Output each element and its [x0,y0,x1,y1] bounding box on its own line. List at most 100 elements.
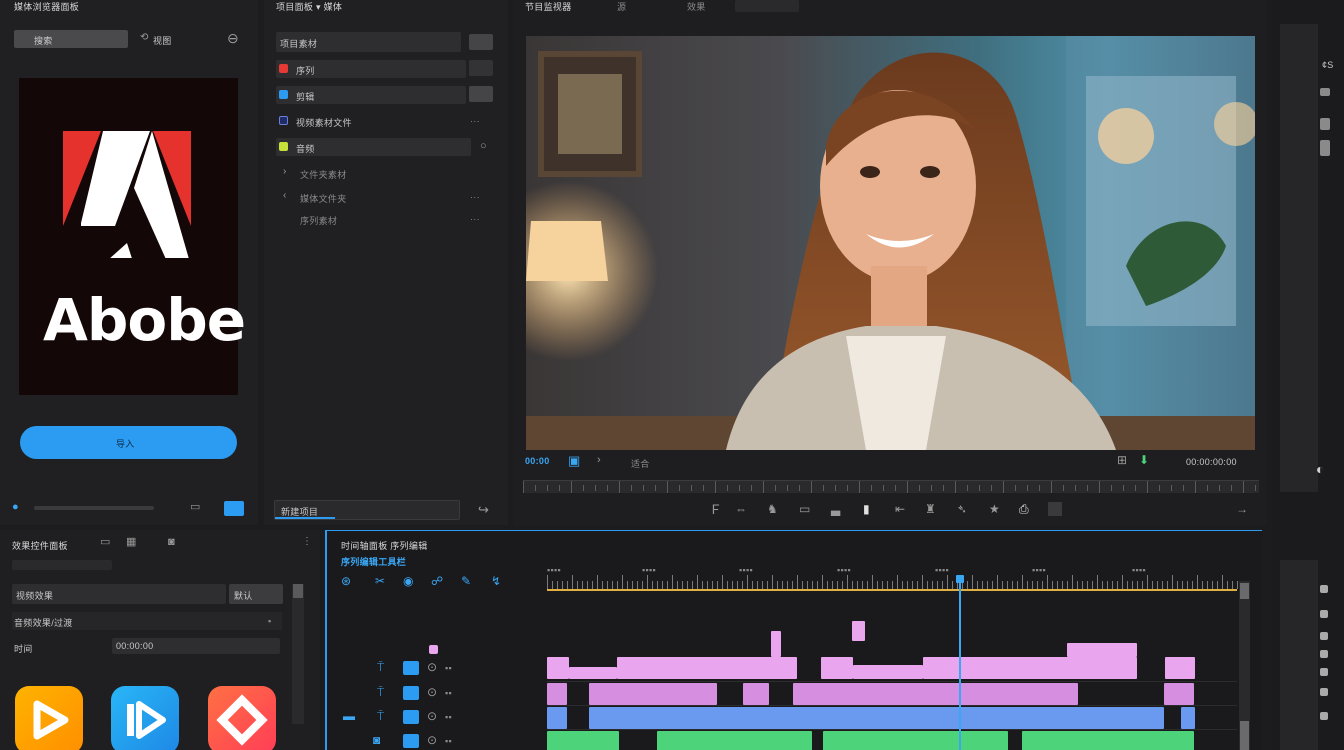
ripple-tool-icon[interactable]: ⊛ [341,575,351,587]
globe-icon[interactable]: ● [12,502,19,513]
arrow-right-icon[interactable]: → [1236,503,1248,515]
monitor-scrubber[interactable] [523,480,1259,493]
clip[interactable] [657,731,812,750]
project-row-7[interactable]: 序列素材 ··· [276,212,491,228]
app-play-orange-icon[interactable] [15,686,83,750]
monitor-tab-source[interactable]: 源 [617,0,626,13]
search-input[interactable]: 搜索 [14,30,128,48]
fit-label[interactable]: 适合 [631,457,650,470]
loop-icon[interactable]: ▭ [799,503,810,515]
settings-tool-icon[interactable]: ↯ [491,575,501,587]
clip[interactable] [1164,683,1194,705]
settings-icon[interactable]: ⊞ [1117,454,1127,466]
razor-tool-icon[interactable]: ✂ [375,575,385,587]
tool-slot[interactable] [1320,610,1328,618]
timeline-scrollbar[interactable] [1239,581,1250,750]
clip[interactable] [547,657,569,679]
app-play-blue-icon[interactable] [111,686,179,750]
star-icon[interactable]: ★ [989,503,1000,515]
clip[interactable] [793,683,1078,705]
track-header-v3[interactable]: ⍑ ⊙ ▪▪ [367,659,527,677]
export-button[interactable] [1048,502,1062,516]
scroll-thumb[interactable] [1240,721,1249,750]
eye-icon[interactable]: ⊙ [427,710,437,722]
clip[interactable] [1067,643,1137,657]
project-row-0[interactable]: 项目素材 [276,32,461,52]
new-project-input[interactable]: 新建项目 [274,500,460,520]
pin-icon[interactable]: ⍑ [377,710,384,722]
eye-icon[interactable]: ⊙ [427,734,437,746]
step-icon[interactable]: ⇔ [735,503,747,515]
insert-icon[interactable]: ♜ [925,503,936,515]
clip[interactable] [821,657,853,679]
tool-slot[interactable] [1320,140,1330,156]
tool-slot[interactable] [1320,118,1330,130]
clip[interactable] [589,683,717,705]
play-icon[interactable]: ▮ [863,503,870,515]
tool-slot[interactable] [1320,668,1328,676]
export-frame-icon[interactable]: ⬇ [1139,454,1149,466]
tool-slot[interactable] [1320,650,1328,658]
row-action-button[interactable] [469,60,493,76]
effects-scrollbar[interactable] [292,584,304,724]
project-row-6[interactable]: ‹ 媒体文件夹 ··· [276,190,491,206]
clip[interactable] [853,665,923,679]
project-row-4[interactable]: 音频 [276,138,471,156]
marker-tool-icon[interactable]: ✎ [461,575,471,587]
project-row-2[interactable]: 剪辑 [276,86,466,104]
tool-slot[interactable] [1320,88,1330,96]
grid-icon[interactable] [224,501,244,516]
clip[interactable] [771,631,781,657]
link-tool-icon[interactable]: ☍ [431,575,443,587]
grid-icon[interactable]: ▦ [126,537,136,548]
video-effects-dropdown[interactable]: 默认 [229,584,283,604]
scroll-thumb[interactable] [293,584,303,598]
clip[interactable] [1022,731,1194,750]
camera-icon[interactable]: ◙ [373,734,380,746]
track-toggle-icon[interactable] [403,734,419,748]
clip[interactable] [743,683,769,705]
track-header-v2[interactable]: ⍑ ⊙ ▪▪ [367,684,527,702]
lift-icon[interactable]: ▃ [831,503,840,515]
track-toggle-icon[interactable] [403,710,419,724]
mark-in-icon[interactable]: Ｆ [709,503,722,516]
square-icon[interactable]: ▭ [190,502,200,513]
clip[interactable] [852,621,865,641]
app-diamond-red-icon[interactable] [208,686,276,750]
snap-tool-icon[interactable]: ◉ [403,575,413,587]
clip[interactable] [1181,707,1195,729]
tool-slot[interactable] [1320,712,1328,720]
eye-icon[interactable]: ⊙ [427,661,437,673]
clip[interactable] [923,657,1137,679]
video-effects-row[interactable]: 视频效果 [12,584,226,604]
scroll-track-top[interactable] [1280,24,1318,492]
eye-icon[interactable]: ⊙ [427,686,437,698]
camera-icon[interactable]: ◙ [168,537,175,548]
chevron-right-icon[interactable]: › [597,455,601,466]
view-icon[interactable]: ⟲ [140,33,148,43]
track-header-a1[interactable]: ◙ ⊙ ▪▪ [367,732,527,750]
reset-icon[interactable]: ◐ [1316,462,1324,476]
fit-icon[interactable]: ▣ [568,454,580,467]
scroll-thumb[interactable] [1240,583,1249,599]
clip[interactable] [547,731,619,750]
pin-icon[interactable]: ⍑ [377,686,384,698]
shuttle-icon[interactable]: ⇤ [895,503,905,515]
playhead[interactable] [959,575,961,750]
monitor-tab-effects[interactable]: 效果 [687,0,706,13]
trim-icon[interactable]: ♞ [767,503,778,515]
track-header-v1[interactable]: ▬ ⍑ ⊙ ▪▪ [341,708,527,726]
overwrite-icon[interactable]: ➴ [957,503,967,515]
audio-effects-row[interactable]: 音频效果/过渡 ▪ [12,612,282,630]
monitor-tab-program[interactable]: 节目监视器 [525,0,572,13]
row-action-button[interactable] [469,34,493,50]
row-action-button[interactable] [469,86,493,102]
track-toggle-icon[interactable] [403,686,419,700]
project-row-3[interactable]: 视频素材文件 ··· [276,112,491,130]
project-row-1[interactable]: 序列 [276,60,466,78]
playhead-handle[interactable] [956,575,964,583]
tool-slot[interactable] [1320,688,1328,696]
track-toggle-icon[interactable] [403,661,419,675]
clip[interactable] [823,731,1008,750]
chevron-left-icon[interactable]: ‹ [283,191,286,201]
